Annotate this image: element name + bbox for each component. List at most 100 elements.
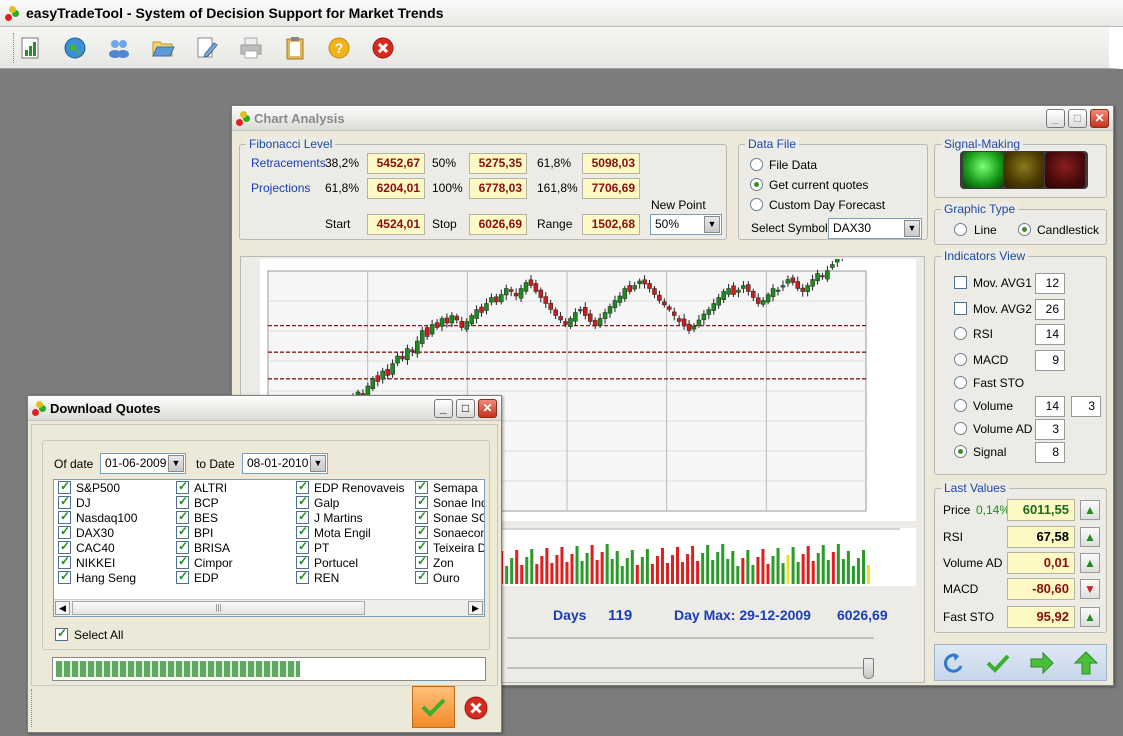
folder-icon[interactable]	[150, 35, 176, 61]
close-button[interactable]: ✕	[478, 399, 497, 418]
file-data-radio[interactable]	[750, 158, 763, 171]
slider-track-2	[507, 667, 874, 669]
symbol-checkbox[interactable]	[296, 569, 309, 585]
symbol-checkbox[interactable]	[176, 554, 189, 570]
symbol-checkbox[interactable]	[296, 524, 309, 540]
candle-body	[726, 288, 731, 295]
symbol-label: DJ	[76, 496, 91, 510]
signal-radio[interactable]	[954, 445, 967, 458]
users-icon[interactable]	[106, 35, 132, 61]
line-radio[interactable]	[954, 223, 967, 236]
clipboard-icon[interactable]	[282, 35, 308, 61]
symbol-checkbox[interactable]	[415, 509, 428, 525]
symbol-checkbox[interactable]	[415, 494, 428, 510]
close-button[interactable]: ✕	[1090, 109, 1109, 128]
signal-input[interactable]: 8	[1035, 442, 1065, 463]
maximize-button[interactable]: □	[456, 399, 475, 418]
symbol-checkbox[interactable]	[58, 509, 71, 525]
symbol-checkbox[interactable]	[415, 539, 428, 555]
symbol-select[interactable]: DAX30 ▼	[828, 218, 922, 239]
mov-avg2-input[interactable]: 26	[1035, 299, 1065, 320]
rsi-radio[interactable]	[954, 327, 967, 340]
volume-ad-radio[interactable]	[954, 422, 967, 435]
print-icon[interactable]	[238, 35, 264, 61]
candle-body	[410, 349, 415, 352]
volume-bar	[510, 558, 514, 584]
minimize-button[interactable]: _	[1046, 109, 1065, 128]
symbol-checkbox[interactable]	[58, 539, 71, 555]
symbol-checkbox[interactable]	[415, 554, 428, 570]
volume-input-2[interactable]: 3	[1071, 396, 1101, 417]
macd-radio[interactable]	[954, 353, 967, 366]
up-arrow-icon[interactable]	[1073, 650, 1099, 676]
volume-input[interactable]: 14	[1035, 396, 1065, 417]
symbol-checkbox[interactable]	[58, 524, 71, 540]
rsi-input[interactable]: 14	[1035, 324, 1065, 345]
scrollbar-thumb[interactable]: |||	[72, 601, 365, 615]
candle-body	[790, 277, 796, 283]
fast-sto-up-arrow-icon[interactable]: ▲	[1080, 607, 1100, 627]
volume-bar	[846, 551, 850, 584]
symbol-checkbox[interactable]	[58, 480, 71, 495]
select-all-checkbox[interactable]	[55, 626, 68, 641]
symbol-item[interactable]: Ouro	[415, 569, 460, 586]
ok-button[interactable]	[412, 686, 455, 728]
help-icon[interactable]: ?	[326, 35, 352, 61]
undo-icon[interactable]	[941, 650, 967, 676]
symbol-checkbox[interactable]	[296, 539, 309, 555]
symbol-checkbox[interactable]	[176, 480, 189, 495]
price-up-arrow-icon[interactable]: ▲	[1080, 500, 1100, 520]
symbol-checkbox[interactable]	[176, 569, 189, 585]
symbol-checkbox[interactable]	[58, 554, 71, 570]
edit-icon[interactable]	[194, 35, 220, 61]
symbol-checkbox[interactable]	[296, 509, 309, 525]
mov-avg2-checkbox[interactable]	[954, 302, 967, 315]
symbol-checkbox[interactable]	[58, 494, 71, 510]
current-quotes-radio[interactable]	[750, 178, 763, 191]
symbol-checkbox[interactable]	[296, 494, 309, 510]
symbol-checkbox[interactable]	[415, 524, 428, 540]
macd-down-arrow-icon[interactable]: ▼	[1080, 579, 1100, 599]
symbol-checkbox[interactable]	[176, 539, 189, 555]
candlestick-radio[interactable]	[1018, 223, 1031, 236]
volume-ad-input[interactable]: 3	[1035, 419, 1065, 440]
mov-avg1-checkbox[interactable]	[954, 276, 967, 289]
custom-forecast-radio[interactable]	[750, 198, 763, 211]
macd-input[interactable]: 9	[1035, 350, 1065, 371]
volume-bar	[741, 558, 745, 584]
volume-radio[interactable]	[954, 399, 967, 412]
volume-bar	[585, 553, 589, 584]
symbol-checkbox[interactable]	[176, 509, 189, 525]
signal-red-light	[1045, 152, 1085, 188]
symbol-checkbox[interactable]	[415, 569, 428, 585]
symbol-item[interactable]: EDP	[176, 569, 219, 586]
to-date-select[interactable]: 08-01-2010 ▼	[242, 453, 328, 474]
minimize-button[interactable]: _	[434, 399, 453, 418]
symbol-item[interactable]: EDP Renovaveis	[296, 480, 405, 496]
maximize-button[interactable]: □	[1068, 109, 1087, 128]
of-date-select[interactable]: 01-06-2009 ▼	[100, 453, 186, 474]
symbol-checkbox[interactable]	[296, 480, 309, 495]
symbol-checkbox[interactable]	[296, 554, 309, 570]
mov-avg1-input[interactable]: 12	[1035, 273, 1065, 294]
symbol-item[interactable]: REN	[296, 569, 339, 586]
new-point-select[interactable]: 50% ▼	[650, 214, 722, 235]
fast-sto-radio[interactable]	[954, 376, 967, 389]
chart-icon[interactable]	[18, 35, 44, 61]
symbol-checkbox[interactable]	[415, 480, 428, 495]
symbol-checkbox[interactable]	[176, 524, 189, 540]
symbol-checkbox[interactable]	[176, 494, 189, 510]
scroll-left-icon[interactable]: ◀	[55, 601, 70, 615]
volume-ad-up-arrow-icon[interactable]: ▲	[1080, 553, 1100, 573]
zoom-slider-thumb[interactable]	[863, 658, 874, 679]
rsi-up-arrow-icon[interactable]: ▲	[1080, 527, 1100, 547]
symbol-item[interactable]: Hang Seng	[58, 569, 136, 586]
close-icon[interactable]	[370, 35, 396, 61]
globe-icon[interactable]	[62, 35, 88, 61]
symbol-checkbox[interactable]	[58, 569, 71, 585]
check-icon[interactable]	[985, 650, 1011, 676]
horizontal-scrollbar[interactable]: ◀ ||| ▶	[54, 599, 484, 616]
cancel-button[interactable]	[464, 696, 488, 720]
scroll-right-icon[interactable]: ▶	[468, 601, 483, 615]
forward-arrow-icon[interactable]	[1029, 650, 1055, 676]
